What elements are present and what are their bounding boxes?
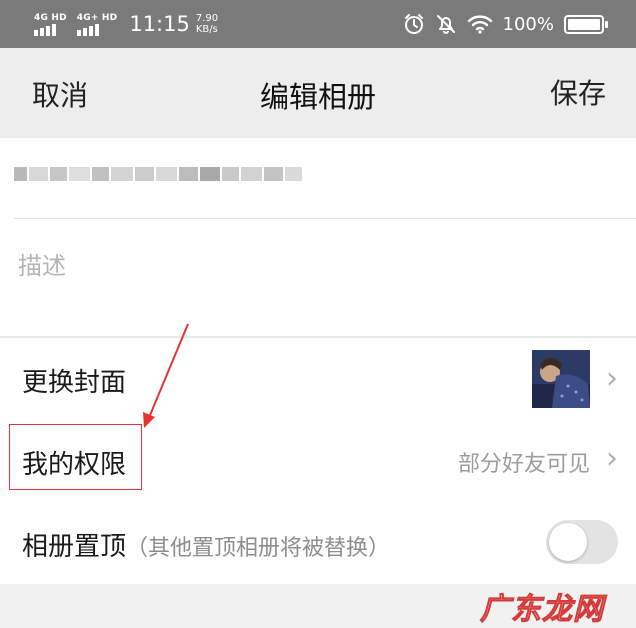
pin-album-note: （其他置顶相册将被替换） <box>126 536 391 561</box>
pin-album-title: 相册置顶 <box>22 532 127 562</box>
pin-album-toggle[interactable] <box>546 520 618 564</box>
watermark: 广东龙网 <box>480 592 604 628</box>
blurred-text <box>14 167 28 181</box>
battery-percent: 100% <box>502 13 554 35</box>
sim2-label: 4G+ HD <box>76 12 118 23</box>
change-cover-row[interactable]: 更换封面 › <box>0 338 636 422</box>
battery-fill <box>568 18 600 30</box>
divider <box>14 218 636 219</box>
annotation-highlight-box <box>9 424 142 490</box>
toggle-knob <box>549 523 587 561</box>
permission-value: 部分好友可见 <box>457 452 590 477</box>
status-bar-left: 4G HD 4G+ HD 11:15 7.90 KB/s <box>34 9 218 39</box>
sim2-signal-icon: 4G+ HD <box>76 12 118 36</box>
description-input[interactable]: 描述 <box>18 246 66 281</box>
status-bar-right: 100% <box>403 9 608 39</box>
status-bar: 4G HD 4G+ HD 11:15 7.90 KB/s 100% <box>0 0 636 48</box>
network-speed: 7.90 KB/s <box>196 13 218 35</box>
chevron-right-icon: › <box>606 441 618 476</box>
save-button[interactable]: 保存 <box>550 72 606 112</box>
status-time: 11:15 <box>129 12 190 36</box>
battery-icon <box>564 14 608 34</box>
pin-album-label: 相册置顶（其他置顶相册将被替换） <box>22 526 390 563</box>
cover-thumbnail <box>532 350 590 408</box>
alarm-icon <box>404 14 423 34</box>
mute-bell-icon <box>436 15 455 34</box>
network-speed-value: 7.90 <box>195 13 219 24</box>
change-cover-label: 更换封面 <box>22 368 127 398</box>
nav-bar: 取消 编辑相册 保存 <box>0 48 636 138</box>
sim1-signal-icon: 4G HD <box>34 13 67 36</box>
album-name-input[interactable] <box>14 152 304 196</box>
network-speed-unit: KB/s <box>195 24 218 35</box>
pin-album-row: 相册置顶（其他置顶相册将被替换） <box>0 502 636 584</box>
sim1-label: 4G HD <box>34 12 67 23</box>
page-title: 编辑相册 <box>259 80 376 114</box>
chevron-right-icon: › <box>606 361 618 396</box>
wifi-icon <box>467 15 492 34</box>
